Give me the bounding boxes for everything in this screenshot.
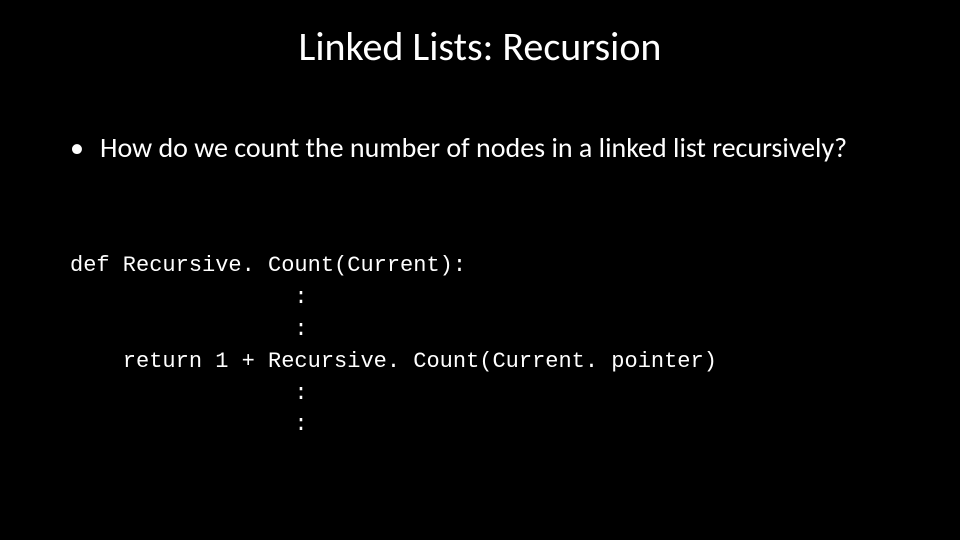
slide-title: Linked Lists: Recursion — [0, 22, 960, 71]
code-line: : — [70, 412, 308, 437]
code-line: : — [70, 285, 308, 310]
slide: Linked Lists: Recursion • How do we coun… — [0, 0, 960, 540]
bullet-item: • How do we count the number of nodes in… — [70, 130, 900, 165]
code-line: return 1 + Recursive. Count(Current. poi… — [70, 349, 717, 374]
bullet-text: How do we count the number of nodes in a… — [100, 130, 900, 165]
code-line: : — [70, 381, 308, 406]
bullet-list: • How do we count the number of nodes in… — [70, 130, 900, 165]
code-block: def Recursive. Count(Current): : : retur… — [70, 250, 920, 441]
bullet-dot-icon: • — [70, 130, 100, 165]
code-line: def Recursive. Count(Current): — [70, 253, 466, 278]
code-line: : — [70, 317, 308, 342]
